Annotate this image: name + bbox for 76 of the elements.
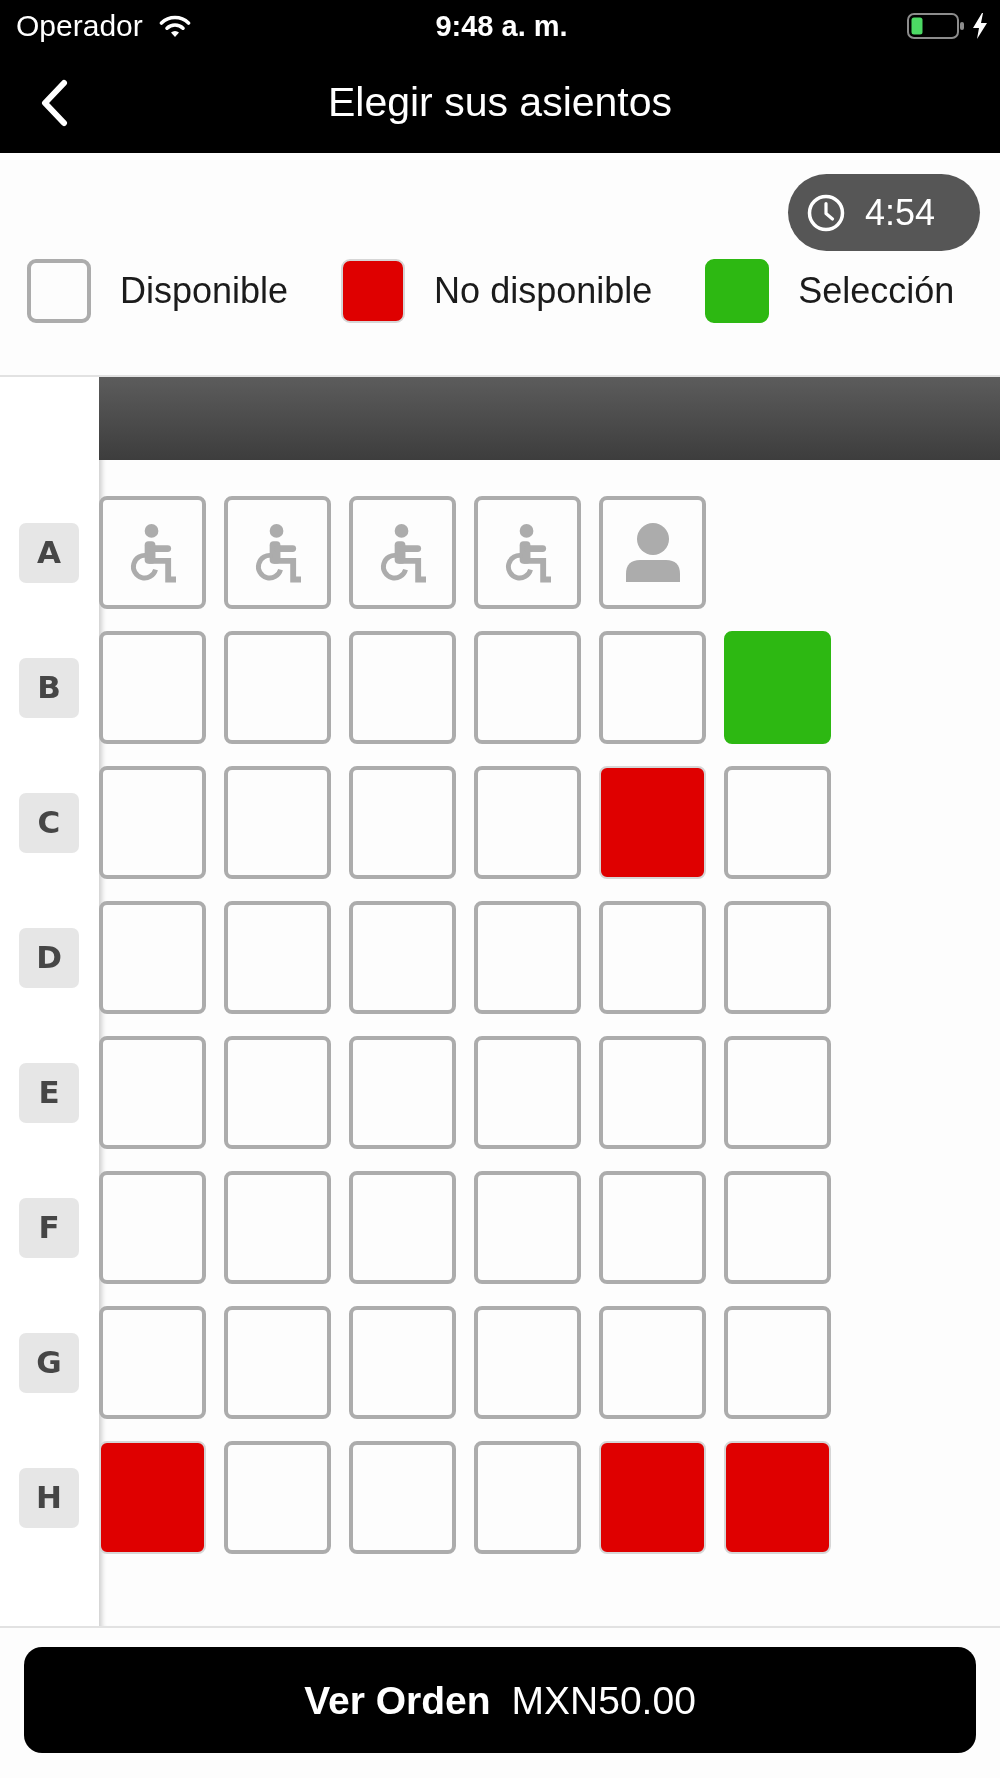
seat[interactable] — [99, 1036, 206, 1149]
seat[interactable] — [599, 901, 706, 1014]
chevron-left-icon — [40, 78, 68, 127]
seat[interactable] — [599, 1036, 706, 1149]
seat[interactable] — [349, 766, 456, 879]
seat[interactable] — [99, 766, 206, 879]
seat[interactable] — [724, 766, 831, 879]
row-label: D — [19, 927, 79, 988]
person-icon — [625, 523, 680, 582]
seat[interactable] — [99, 1171, 206, 1284]
seat[interactable] — [99, 1306, 206, 1419]
seat[interactable] — [599, 631, 706, 744]
legend-label: Disponible — [120, 270, 289, 312]
seat[interactable] — [474, 1441, 581, 1554]
battery-icon — [907, 13, 965, 39]
seat[interactable] — [474, 1171, 581, 1284]
seat[interactable] — [474, 1036, 581, 1149]
seat[interactable] — [724, 1306, 831, 1419]
seat[interactable] — [349, 631, 456, 744]
page-title: Elegir sus asientos — [327, 79, 673, 126]
seat[interactable] — [224, 496, 331, 609]
row-label: E — [19, 1062, 79, 1123]
seat[interactable] — [224, 631, 331, 744]
seat[interactable] — [224, 1171, 331, 1284]
row-label: H — [19, 1467, 79, 1528]
seat[interactable] — [349, 1171, 456, 1284]
seat[interactable] — [724, 1171, 831, 1284]
seat[interactable] — [224, 901, 331, 1014]
seat[interactable] — [224, 766, 331, 879]
seat[interactable] — [99, 631, 206, 744]
row-label: G — [19, 1332, 79, 1393]
seat[interactable] — [474, 631, 581, 744]
row-label: A — [19, 522, 79, 583]
seat[interactable] — [99, 1441, 206, 1554]
seat[interactable] — [349, 496, 456, 609]
legend-swatch-icon — [341, 259, 406, 323]
wheelchair-icon — [254, 522, 301, 583]
seat[interactable] — [599, 1441, 706, 1554]
legend-swatch-icon — [27, 259, 91, 323]
seat[interactable] — [474, 901, 581, 1014]
seat[interactable] — [724, 901, 831, 1014]
seat[interactable] — [724, 1441, 831, 1554]
legend-label: Selección — [798, 270, 955, 312]
carrier-name: Operador — [16, 11, 143, 41]
seat[interactable] — [724, 1036, 831, 1149]
seat[interactable] — [599, 766, 706, 879]
wifi-icon — [158, 14, 191, 38]
charging-bolt-icon — [973, 13, 987, 39]
seat[interactable] — [474, 766, 581, 879]
wheelchair-icon — [129, 522, 176, 583]
wheelchair-icon — [379, 522, 426, 583]
seat[interactable] — [474, 496, 581, 609]
timer-text: 4:54 — [865, 194, 936, 231]
seat[interactable] — [599, 1171, 706, 1284]
seat[interactable] — [99, 496, 206, 609]
legend-swatch-icon — [705, 259, 770, 323]
order-button[interactable]: Ver Orden MXN50.00 — [24, 1647, 976, 1753]
legend-label: No disponible — [434, 270, 653, 312]
seat[interactable] — [599, 496, 706, 609]
seat[interactable] — [599, 1306, 706, 1419]
seat[interactable] — [224, 1306, 331, 1419]
seat[interactable] — [349, 901, 456, 1014]
row-label: F — [19, 1197, 79, 1258]
seat[interactable] — [349, 1441, 456, 1554]
seat[interactable] — [349, 1036, 456, 1149]
seat[interactable] — [224, 1441, 331, 1554]
row-label: C — [19, 792, 79, 853]
seat[interactable] — [349, 1306, 456, 1419]
back-button[interactable] — [40, 78, 68, 127]
seat[interactable] — [224, 1036, 331, 1149]
clock-time: 9:48 a. m. — [435, 11, 568, 41]
seat[interactable] — [474, 1306, 581, 1419]
seat[interactable] — [99, 901, 206, 1014]
clock-icon — [807, 193, 845, 232]
wheelchair-icon — [504, 522, 551, 583]
row-label: B — [19, 657, 79, 718]
